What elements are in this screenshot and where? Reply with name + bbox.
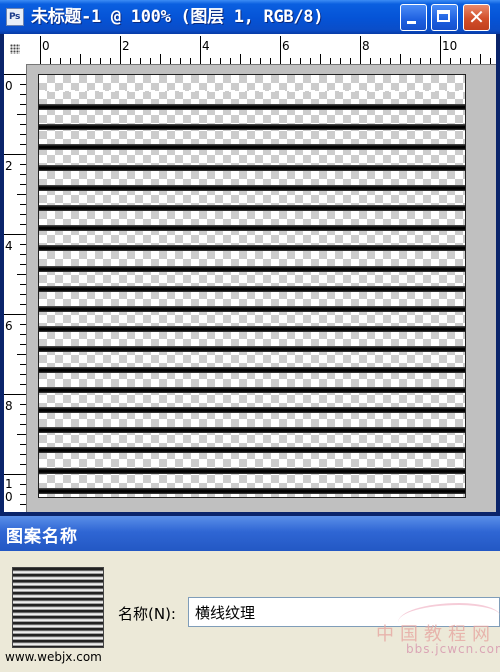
stripe-line: [39, 104, 465, 110]
stripe-line: [39, 124, 465, 131]
dialog-title-bar[interactable]: 图案名称: [0, 516, 500, 551]
ruler-top-label: 8: [362, 39, 370, 53]
stripe-line: [39, 265, 465, 272]
stripe-line: [39, 285, 465, 292]
stripe-line: [39, 407, 465, 413]
selection-marquee-top: [39, 90, 465, 92]
ps-icon-text: Ps: [9, 12, 20, 22]
watermark-left: www.webjx.com: [5, 650, 102, 664]
stripe-line: [39, 386, 465, 393]
document-canvas[interactable]: [38, 74, 466, 498]
ruler-top-label: 10: [442, 39, 458, 53]
close-icon: ✕: [468, 5, 485, 29]
ruler-top-label: 4: [202, 39, 210, 53]
watermark-right-bottom: bbs.jcwcn.com: [406, 642, 500, 656]
maximize-button[interactable]: [431, 4, 458, 31]
stripe-line: [39, 427, 465, 434]
ruler-top-label: 0: [42, 39, 50, 53]
stripe-line: [39, 346, 465, 353]
ruler-left-ticks: [4, 74, 26, 505]
ruler-left-label: 2: [5, 159, 13, 173]
ruler-left-label: 1 0: [5, 477, 13, 504]
stripe-line: [39, 245, 465, 252]
ruler-top-label: 6: [282, 39, 290, 53]
ruler-top-ticks: [40, 36, 491, 64]
ruler-left-label: 0: [5, 79, 13, 93]
stripe-line: [39, 205, 465, 211]
window-title: 未标题-1 @ 100% (图层 1, RGB/8): [31, 7, 324, 27]
close-button[interactable]: ✕: [463, 4, 490, 31]
ruler-left[interactable]: [4, 64, 27, 512]
ruler-top[interactable]: [4, 34, 496, 65]
stripe-line: [39, 366, 465, 373]
ps-icon[interactable]: Ps: [6, 8, 24, 26]
minimize-button[interactable]: [400, 4, 427, 31]
stripe-line: [39, 487, 465, 494]
pattern-preview: [12, 567, 104, 648]
stripe-line: [39, 225, 465, 232]
ruler-top-label: 2: [122, 39, 130, 53]
stripe-line: [39, 184, 465, 191]
ruler-corner[interactable]: [4, 34, 26, 64]
dialog-title: 图案名称: [6, 527, 78, 547]
title-bar[interactable]: Ps 未标题-1 @ 100% (图层 1, RGB/8) ✕: [0, 0, 500, 34]
stripe-line: [39, 164, 465, 171]
ruler-left-label: 6: [5, 319, 13, 333]
stripe-line: [39, 467, 465, 474]
stripe-line: [39, 306, 465, 312]
stripe-line: [39, 326, 465, 333]
stripe-line: [39, 447, 465, 454]
ruler-left-label: 4: [5, 239, 13, 253]
ruler-left-label: 8: [5, 399, 13, 413]
document-window: Ps 未标题-1 @ 100% (图层 1, RGB/8) ✕ 0 2 4 6 …: [0, 0, 500, 516]
ruler-origin-icon: [10, 44, 20, 54]
stripe-line: [39, 144, 465, 151]
name-label: 名称(N):: [118, 605, 176, 623]
